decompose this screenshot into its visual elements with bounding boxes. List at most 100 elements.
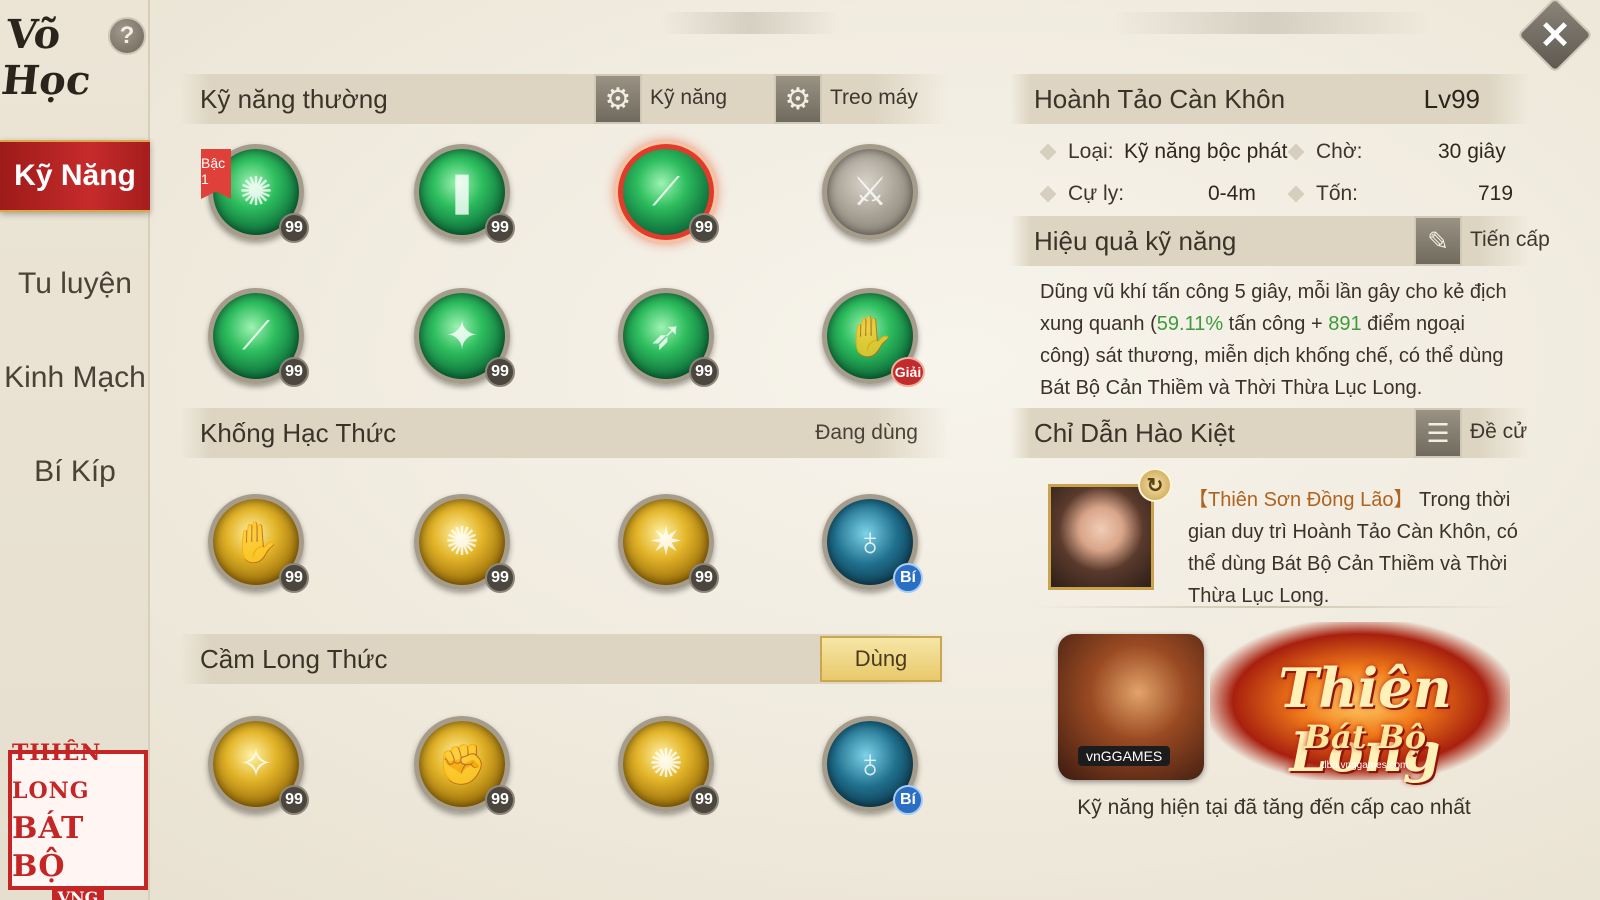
skill-level: 99 [279, 213, 309, 243]
skill-slot[interactable]: ➶ 99 [618, 288, 719, 387]
sidebar-item-bi-kip[interactable]: Bí Kíp [0, 436, 150, 508]
section-title: Cầm Long Thức [200, 643, 388, 674]
effect-title: Hiệu quả kỹ năng [1034, 225, 1237, 256]
promo-game-logo[interactable]: Thiên Long Bát Bộ tlbb.vnggames.com [1210, 622, 1510, 784]
skill-level: 99 [485, 213, 515, 243]
sidebar-title-line2: Học [0, 57, 93, 104]
diamond-icon [1039, 185, 1057, 203]
skill-level: 99 [279, 357, 309, 387]
skill-level: 99 [485, 563, 515, 593]
logo-line1: THIÊN LONG [12, 739, 102, 804]
vng-logo: vnGGAMES [1078, 746, 1171, 766]
info-range: Cự ly: [1039, 182, 1125, 206]
recommend-label: Đề cử [1470, 420, 1528, 443]
info-cost: Tốn: [1287, 182, 1359, 206]
promo-url: tlbb.vnggames.com [1321, 760, 1409, 771]
skill-level: 99 [689, 563, 719, 593]
bi-badge: Bí [893, 563, 923, 593]
logo-line2: BÁT BỘ [12, 810, 85, 884]
skill-level-label: Lv99 [1423, 84, 1480, 114]
giai-badge: Giải [891, 357, 925, 387]
skill-level: 99 [279, 563, 309, 593]
guide-hero-name: 【Thiên Sơn Đồng Lão】 [1188, 489, 1414, 511]
desc-percent: 59.11% [1156, 313, 1224, 335]
skill-name: Hoành Tảo Càn Khôn [1034, 84, 1286, 114]
section-title: Kỹ năng thường [200, 83, 388, 114]
skill-slot[interactable]: ♁ Bí [822, 494, 923, 593]
list-icon: ☰ [1426, 417, 1450, 448]
skill-slot[interactable]: ⟋ 99 [208, 288, 309, 387]
decor-smudge [1110, 12, 1430, 34]
upgrade-label: Tiến cấp [1470, 228, 1550, 251]
refresh-icon[interactable]: ↻ [1138, 468, 1172, 502]
skill-slot-locked[interactable]: ⚔ [822, 144, 918, 240]
info-range-value: 0-4m [1208, 182, 1256, 205]
skill-slot[interactable]: ♁ Bí [822, 716, 923, 815]
sidebar: Võ Học ? Kỹ Năng Tu luyện Kinh Mạch Bí K… [0, 0, 150, 900]
info-cost-label: Tốn: [1316, 182, 1359, 205]
sidebar-item-kinh-mach[interactable]: Kinh Mạch [0, 342, 150, 414]
auto-settings-button[interactable]: ⚙ [774, 74, 822, 124]
skill-settings-label: Kỹ năng [650, 86, 728, 109]
skill-description: Dũng vũ khí tấn công 5 giây, mỗi lần gây… [1040, 276, 1510, 404]
diamond-icon [1287, 185, 1305, 203]
hero-portrait[interactable] [1048, 484, 1154, 590]
skill-slot[interactable]: Bậc 1 ✺ 99 [201, 144, 309, 243]
skill-slot-selected[interactable]: ⟋ 99 [618, 144, 719, 243]
game-logo: THIÊN LONG BÁT BỘ VNG [8, 740, 148, 900]
in-use-status: Đang dùng [815, 421, 918, 444]
skill-detail-header: Hoành Tảo Càn Khôn Lv99 [1010, 74, 1530, 124]
promo-logo-line2: Bát Bộ [1303, 718, 1427, 756]
skill-settings-button[interactable]: ⚙ [594, 74, 642, 124]
info-type-value: Kỹ năng bộc phát [1124, 140, 1288, 163]
skill-level: 99 [485, 357, 515, 387]
section-header-normal: Kỹ năng thường ⚙ Kỹ năng ⚙ Treo máy [180, 74, 950, 124]
upgrade-button[interactable]: ✎ [1414, 216, 1462, 266]
skill-level: 99 [279, 785, 309, 815]
sidebar-title-line1: Võ [4, 11, 63, 58]
info-range-label: Cự ly: [1068, 182, 1125, 205]
rank-tag: Bậc 1 [201, 149, 231, 199]
skill-slot[interactable]: ❚ 99 [414, 144, 515, 243]
section-title: Khống Hạc Thức [200, 417, 397, 448]
divider [1030, 606, 1518, 608]
skill-level: 99 [689, 357, 719, 387]
desc-text: tấn công + [1223, 313, 1329, 335]
bi-badge: Bí [893, 785, 923, 815]
skill-slot[interactable]: ✊ 99 [414, 716, 515, 815]
weapon-icon: ⚔ [852, 170, 888, 214]
max-level-message: Kỹ năng hiện tại đã tăng đến cấp cao nhấ… [1077, 796, 1471, 819]
diamond-icon [1039, 143, 1057, 161]
gear-icon: ⚙ [604, 82, 632, 116]
section-header-cam-long: Cầm Long Thức Dùng [180, 634, 950, 684]
info-type-label: Loại: [1068, 140, 1114, 163]
info-type: Loại: [1039, 140, 1114, 164]
skill-slot[interactable]: ✋ 99 [208, 494, 309, 593]
close-icon: ✕ [1539, 14, 1571, 57]
decor-smudge [660, 12, 840, 34]
auto-settings-label: Treo máy [830, 86, 918, 109]
info-cost-value: 719 [1478, 182, 1514, 205]
gear-icon: ⚙ [784, 82, 812, 116]
diamond-icon [1287, 143, 1305, 161]
section-header-khong-hac: Khống Hạc Thức Đang dùng [180, 408, 950, 458]
recommend-button[interactable]: ☰ [1414, 408, 1462, 458]
sidebar-title: Võ Học [0, 11, 93, 104]
skill-slot[interactable]: ✺ 99 [618, 716, 719, 815]
promo-card[interactable]: vnGGAMES [1058, 634, 1204, 780]
skill-slot[interactable]: ✷ 99 [618, 494, 719, 593]
guide-title: Chỉ Dẫn Hào Kiệt [1034, 417, 1235, 448]
info-cooldown-label: Chờ: [1316, 140, 1363, 163]
help-button[interactable]: ? [108, 17, 146, 55]
book-icon: ✎ [1427, 225, 1449, 256]
skill-slot[interactable]: ✺ 99 [414, 494, 515, 593]
use-button[interactable]: Dùng [820, 636, 942, 682]
skill-slot[interactable]: ✧ 99 [208, 716, 309, 815]
sidebar-item-ky-nang[interactable]: Kỹ Năng [0, 140, 150, 212]
logo-line3: VNG [51, 887, 105, 900]
sidebar-item-tu-luyen[interactable]: Tu luyện [0, 248, 150, 320]
skill-level: 99 [485, 785, 515, 815]
skill-slot[interactable]: ✋ Giải [822, 288, 925, 387]
skill-slot[interactable]: ✦ 99 [414, 288, 515, 387]
guide-text: 【Thiên Sơn Đồng Lão】 Trong thời gian duy… [1188, 484, 1518, 612]
